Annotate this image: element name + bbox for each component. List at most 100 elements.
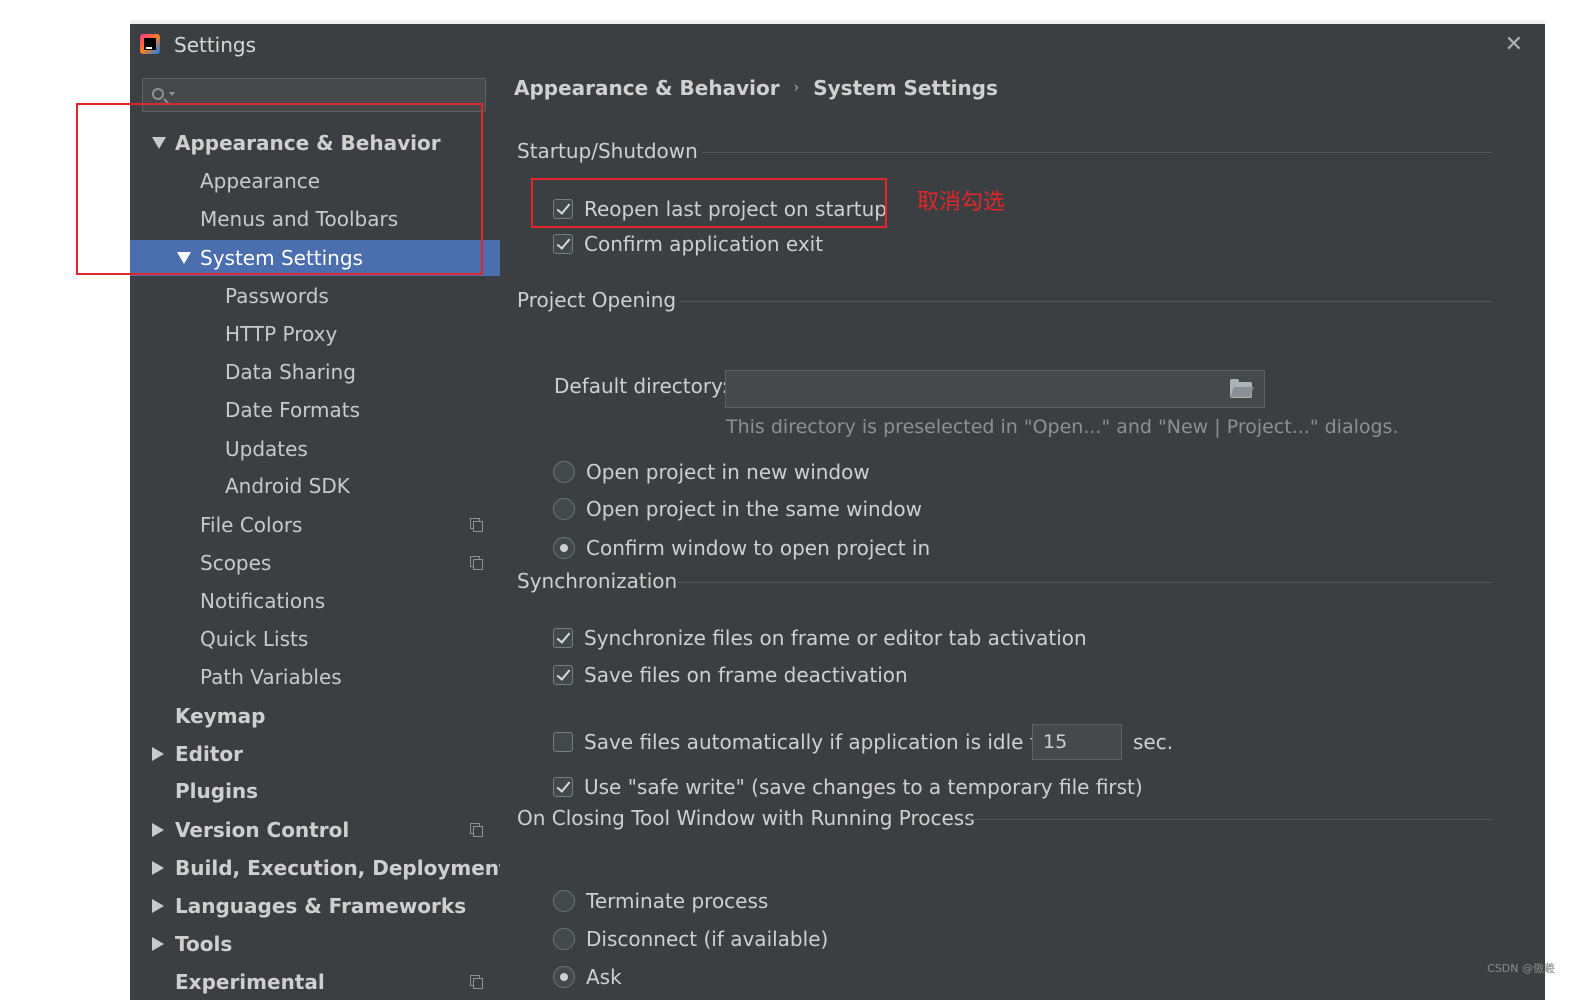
collapsed-arrow-icon[interactable]	[152, 823, 164, 837]
tree-item-experimental[interactable]: Experimental	[130, 964, 500, 1000]
tree-label: File Colors	[200, 513, 303, 537]
tree-item-quick-lists[interactable]: Quick Lists	[130, 621, 500, 657]
tree-label: Passwords	[225, 284, 329, 308]
checkbox-label: Confirm application exit	[584, 232, 824, 256]
tree-label: Build, Execution, Deployment	[175, 856, 509, 880]
annotation-text: 取消勾选	[917, 190, 1006, 215]
tree-item-notifications[interactable]: Notifications	[130, 583, 500, 619]
breadcrumb: Appearance & Behavior › System Settings	[514, 76, 998, 100]
tree-item-updates[interactable]: Updates	[130, 431, 500, 467]
tree-item-plugins[interactable]: Plugins	[130, 773, 500, 809]
section-divider	[966, 819, 1492, 820]
search-options-icon[interactable]	[169, 92, 175, 96]
section-divider	[680, 301, 1492, 302]
tree-item-build-execution-deployment[interactable]: Build, Execution, Deployment	[130, 850, 509, 886]
checkbox-unchecked[interactable]	[553, 732, 573, 752]
settings-content: Appearance & Behavior › System Settings …	[500, 66, 1545, 1000]
tree-label: Appearance & Behavior	[175, 131, 441, 155]
checkbox-checked[interactable]	[553, 665, 573, 685]
radio-unchecked[interactable]	[553, 498, 575, 520]
tree-label: Keymap	[175, 704, 266, 728]
tree-item-keymap[interactable]: Keymap	[130, 698, 500, 734]
tree-label: Languages & Frameworks	[175, 894, 467, 918]
project-level-icon	[470, 518, 483, 532]
tree-item-tools[interactable]: Tools	[130, 926, 500, 962]
checkbox-label: Save files on frame deactivation	[584, 663, 908, 687]
radio-label: Disconnect (if available)	[586, 927, 829, 951]
collapsed-arrow-icon[interactable]	[152, 937, 164, 951]
tree-label: HTTP Proxy	[225, 322, 338, 346]
default-directory-field[interactable]	[725, 370, 1265, 408]
tree-item-data-sharing[interactable]: Data Sharing	[130, 354, 500, 390]
expanded-arrow-icon[interactable]	[177, 252, 191, 264]
breadcrumb-item: System Settings	[813, 76, 998, 100]
tree-label: Scopes	[200, 551, 272, 575]
section-title-closing-tool-window: On Closing Tool Window with Running Proc…	[517, 806, 975, 830]
section-divider	[678, 582, 1492, 583]
radio-unchecked[interactable]	[553, 890, 575, 912]
project-level-icon	[470, 556, 483, 570]
breadcrumb-item[interactable]: Appearance & Behavior	[514, 76, 780, 100]
section-title-synchronization: Synchronization	[517, 569, 678, 593]
collapsed-arrow-icon[interactable]	[152, 861, 164, 875]
tree-item-system-settings[interactable]: System Settings	[130, 240, 500, 276]
radio-unchecked[interactable]	[553, 461, 575, 483]
expanded-arrow-icon[interactable]	[152, 137, 166, 149]
radio-label: Ask	[586, 965, 622, 989]
radio-checked[interactable]	[553, 537, 575, 559]
project-level-icon	[470, 823, 483, 837]
default-directory-label: Default directory:	[554, 374, 729, 398]
section-title-startup: Startup/Shutdown	[517, 139, 698, 163]
collapsed-arrow-icon[interactable]	[152, 899, 164, 913]
close-icon[interactable]: ✕	[1505, 32, 1523, 57]
tree-label: Menus and Toolbars	[200, 207, 399, 231]
radio-checked[interactable]	[553, 966, 575, 988]
tree-item-menus-toolbars[interactable]: Menus and Toolbars	[130, 201, 500, 237]
breadcrumb-separator: ›	[793, 80, 800, 96]
tree-label: Editor	[175, 742, 243, 766]
checkbox-label: Save files automatically if application …	[584, 730, 1058, 754]
checkbox-checked[interactable]	[553, 199, 573, 219]
search-input[interactable]	[142, 78, 486, 112]
collapsed-arrow-icon[interactable]	[152, 747, 164, 761]
tree-item-scopes[interactable]: Scopes	[130, 545, 500, 581]
tree-item-path-variables[interactable]: Path Variables	[130, 659, 500, 695]
tree-label: Experimental	[175, 970, 325, 994]
tree-label: Appearance	[200, 169, 321, 193]
tree-item-appearance[interactable]: Appearance	[130, 163, 500, 199]
folder-open-icon[interactable]	[1230, 379, 1252, 398]
tree-item-http-proxy[interactable]: HTTP Proxy	[130, 316, 500, 352]
tree-label: Quick Lists	[200, 627, 309, 651]
tree-item-version-control[interactable]: Version Control	[130, 812, 500, 848]
tree-item-file-colors[interactable]: File Colors	[130, 507, 500, 543]
tree-item-date-formats[interactable]: Date Formats	[130, 392, 500, 428]
tree-label: Notifications	[200, 589, 326, 613]
checkbox-checked[interactable]	[553, 628, 573, 648]
tree-item-editor[interactable]: Editor	[130, 736, 500, 772]
intellij-logo-icon	[140, 34, 160, 54]
tree-label: Plugins	[175, 779, 259, 803]
checkbox-checked[interactable]	[553, 777, 573, 797]
default-directory-hint: This directory is preselected in "Open..…	[726, 416, 1399, 438]
idle-seconds-input[interactable]: 15	[1032, 724, 1122, 760]
tree-label: Version Control	[175, 818, 350, 842]
settings-sidebar: Appearance & Behavior Appearance Menus a…	[130, 66, 509, 1000]
settings-dialog: Settings ✕ Appearance & Behavior Appeara…	[130, 24, 1545, 1000]
tree-label: Data Sharing	[225, 360, 356, 384]
seconds-label: sec.	[1133, 730, 1174, 754]
tree-label: Date Formats	[225, 398, 361, 422]
tree-label: Updates	[225, 437, 308, 461]
section-title-project-opening: Project Opening	[517, 288, 677, 312]
tree-item-android-sdk[interactable]: Android SDK	[130, 468, 500, 504]
tree-label: Android SDK	[225, 474, 350, 498]
tree-item-passwords[interactable]: Passwords	[130, 278, 500, 314]
window-title: Settings	[174, 33, 257, 57]
tree-item-appearance-behavior[interactable]: Appearance & Behavior	[130, 125, 500, 161]
radio-label: Confirm window to open project in	[586, 536, 931, 560]
tree-item-languages-frameworks[interactable]: Languages & Frameworks	[130, 888, 500, 924]
checkbox-checked[interactable]	[553, 234, 573, 254]
radio-unchecked[interactable]	[553, 928, 575, 950]
title-bar: Settings ✕	[130, 24, 1545, 66]
radio-label: Terminate process	[586, 889, 769, 913]
radio-label: Open project in new window	[586, 460, 870, 484]
